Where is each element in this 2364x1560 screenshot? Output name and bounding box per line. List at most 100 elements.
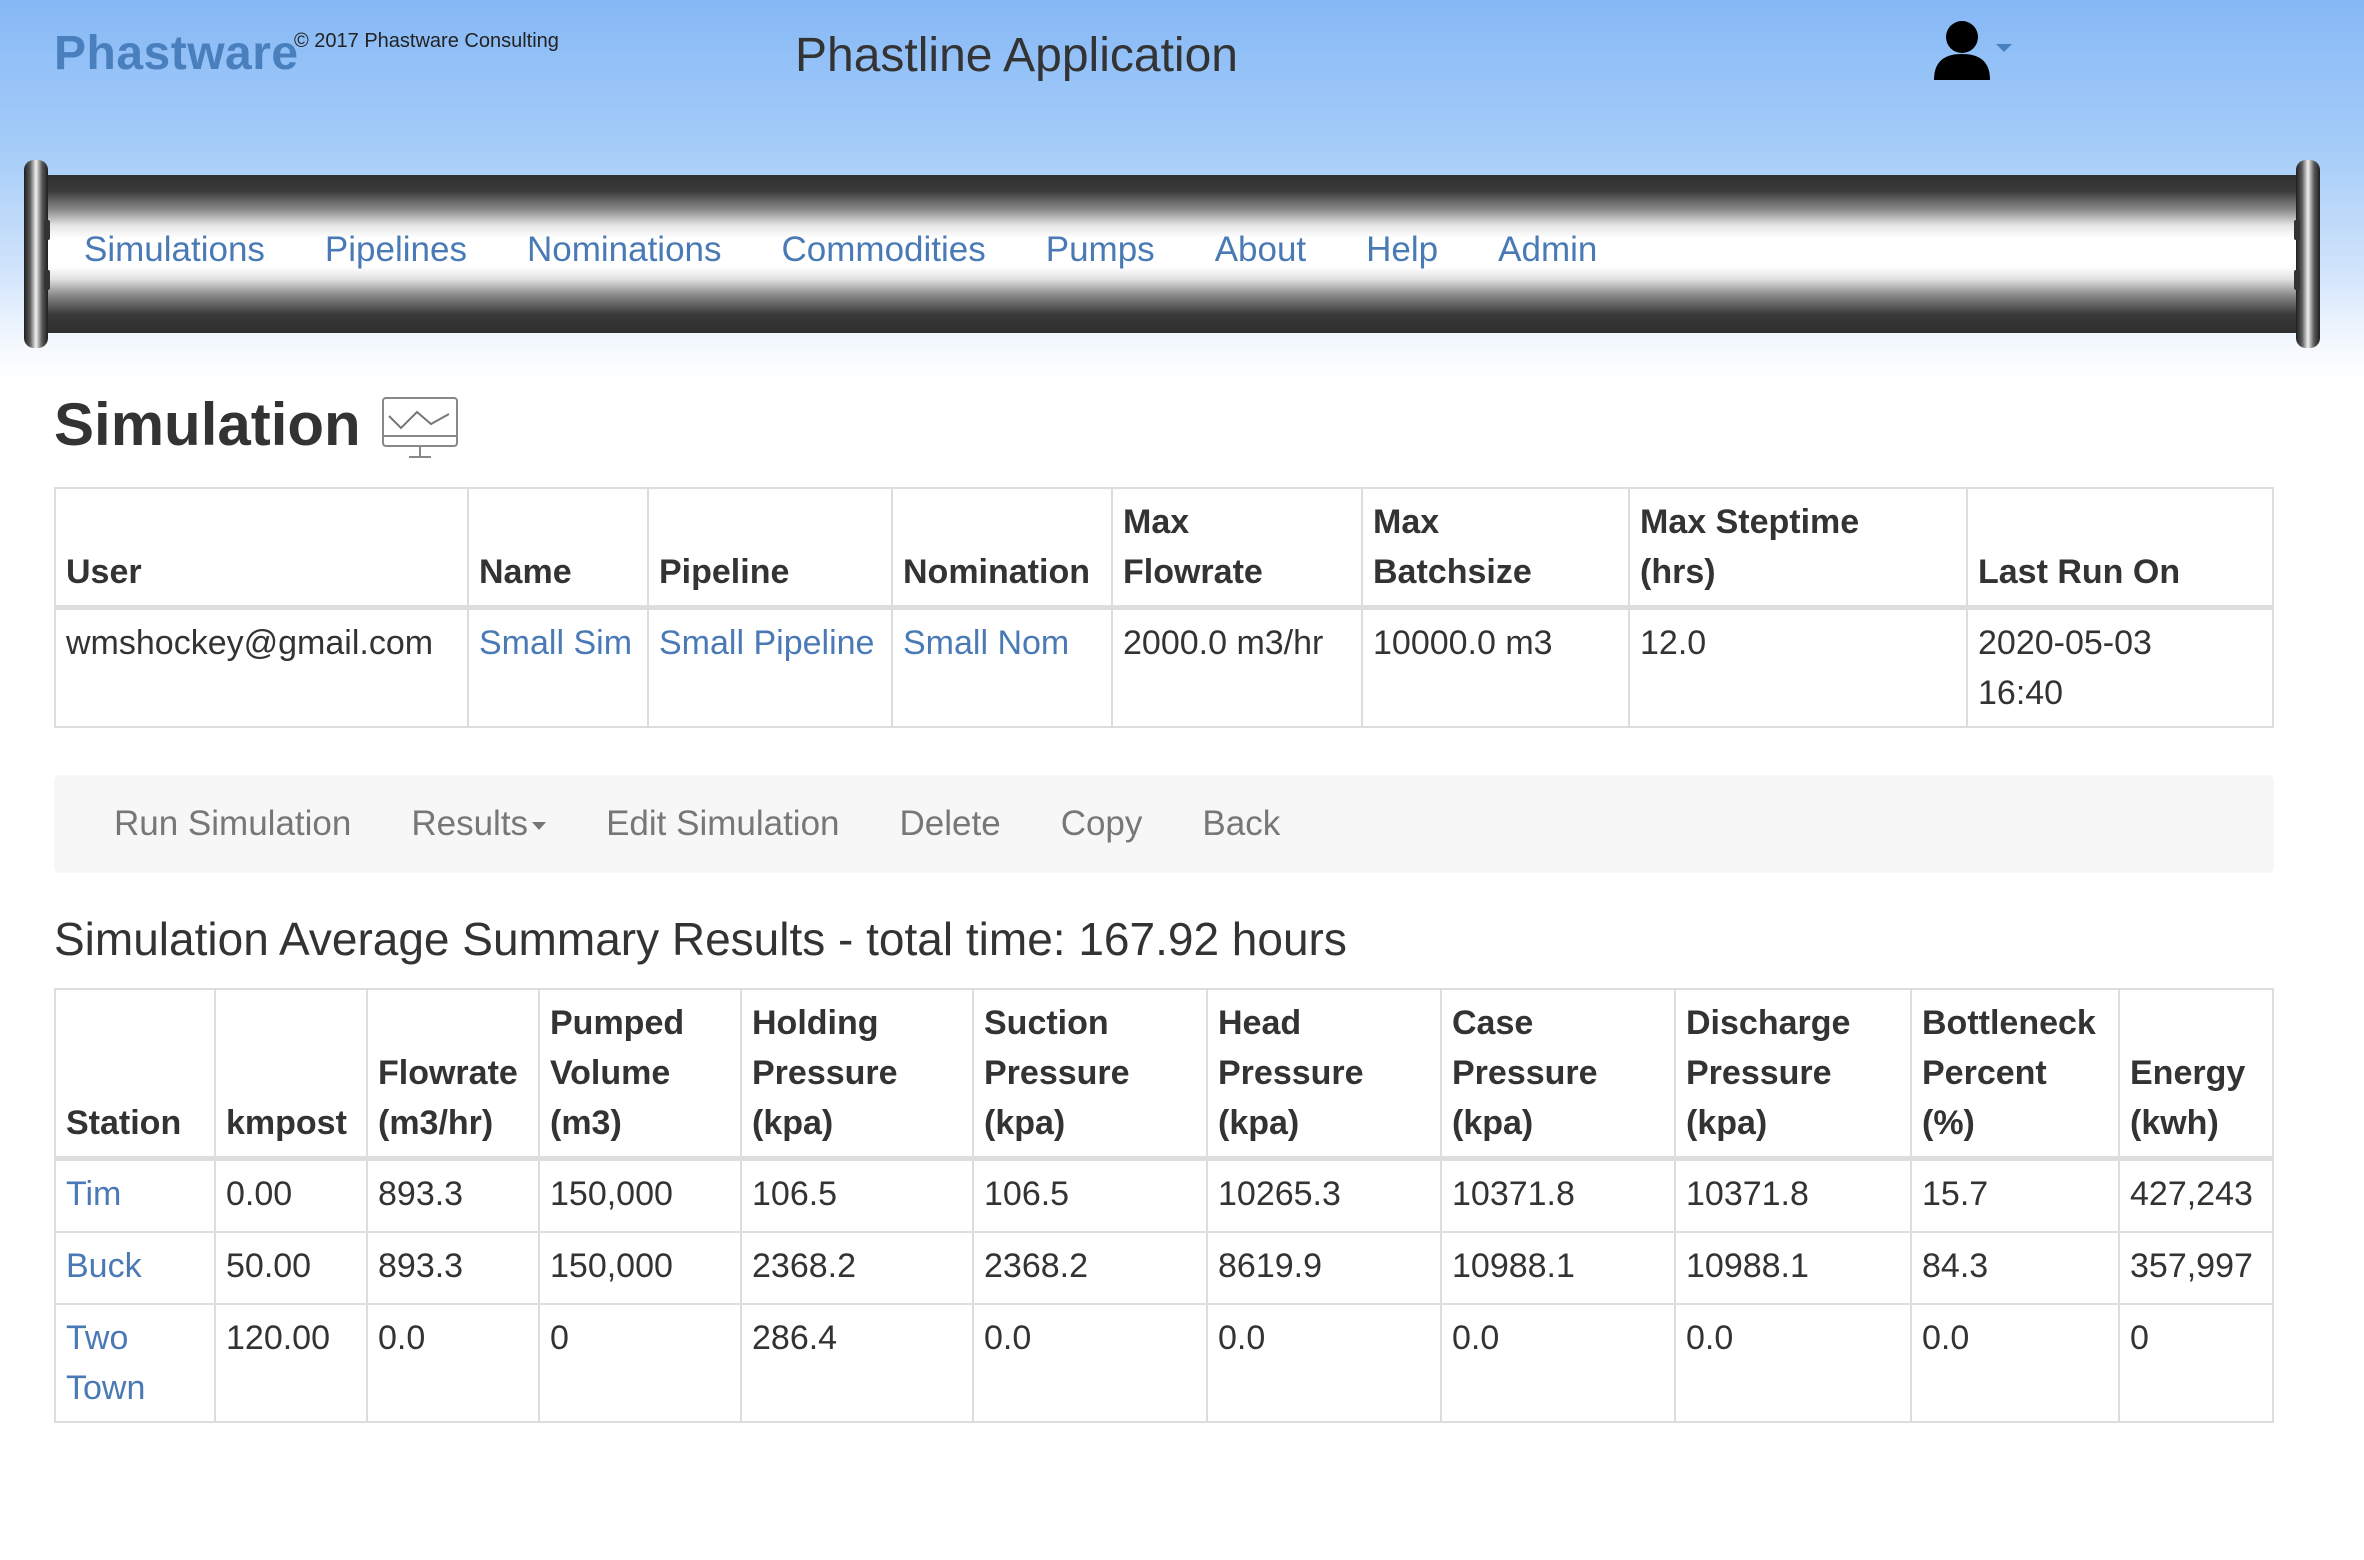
nav-help[interactable]: Help [1366, 230, 1438, 270]
nav-pipelines[interactable]: Pipelines [325, 230, 467, 270]
cell-station: Tim [54, 1157, 216, 1233]
page-title-text: Simulation [54, 390, 361, 458]
simulation-info-table: User Name Pipeline Nomination Max Flowrat… [54, 487, 2274, 728]
run-simulation-button[interactable]: Run Simulation [114, 804, 351, 844]
table-row: Two Town 120.00 0.0 0 286.4 0.0 0.0 0.0 0.0 0.0 0 [54, 1303, 2274, 1423]
col-max-batchsize: Max Batchsize [1361, 487, 1630, 610]
copyright-notice: © 2017 Phastware Consulting [294, 30, 559, 52]
nav-commodities[interactable]: Commodities [782, 230, 986, 270]
cell-bottleneck-percent: 84.3 [1910, 1231, 2120, 1305]
pipeline-link[interactable]: Small Pipeline [659, 624, 874, 662]
col-nomination: Nomination [891, 487, 1113, 610]
col-bottleneck-percent: Bottleneck Percent (%) [1910, 988, 2120, 1161]
cell-energy: 357,997 [2118, 1231, 2274, 1305]
cell-pipeline: Small Pipeline [647, 606, 893, 728]
col-max-flowrate: Max Flowrate [1111, 487, 1363, 610]
nav-nominations[interactable]: Nominations [527, 230, 722, 270]
pipe-flange-right [2294, 160, 2320, 348]
nav-pumps[interactable]: Pumps [1046, 230, 1155, 270]
table-row: Tim 0.00 893.3 150,000 106.5 106.5 10265.3 1037… [54, 1157, 2274, 1233]
cell-station: Buck [54, 1231, 216, 1305]
cell-last-run-on: 2020-05-03 16:40 [1966, 606, 2274, 728]
action-bar: Run Simulation Results Edit Simulation D… [54, 775, 2274, 873]
col-flowrate: Flowrate (m3/hr) [366, 988, 540, 1161]
station-link[interactable]: Tim [66, 1175, 121, 1213]
cell-head-pressure: 8619.9 [1206, 1231, 1442, 1305]
cell-flowrate: 893.3 [366, 1157, 540, 1233]
cell-max-steptime: 12.0 [1628, 606, 1968, 728]
cell-user: wmshockey@gmail.com [54, 606, 469, 728]
cell-kmpost: 50.00 [214, 1231, 368, 1305]
nav-simulations[interactable]: Simulations [84, 230, 265, 270]
col-user: User [54, 487, 469, 610]
edit-simulation-button[interactable]: Edit Simulation [606, 804, 839, 844]
station-link[interactable]: Buck [66, 1247, 142, 1285]
cell-discharge-pressure: 10371.8 [1674, 1157, 1912, 1233]
results-heading: Simulation Average Summary Results - tot… [54, 913, 1347, 965]
nav-about[interactable]: About [1215, 230, 1306, 270]
cell-max-batchsize: 10000.0 m3 [1361, 606, 1630, 728]
col-head-pressure: Head Pressure (kpa) [1206, 988, 1442, 1161]
cell-flowrate: 893.3 [366, 1231, 540, 1305]
chevron-down-icon [1996, 44, 2012, 52]
monitor-chart-icon [381, 397, 458, 458]
cell-holding-pressure: 106.5 [740, 1157, 974, 1233]
station-link[interactable]: Two Town [66, 1313, 146, 1413]
user-icon [1934, 21, 1990, 80]
results-header-row: Station kmpost Flowrate (m3/hr) Pumped Volume… [54, 988, 2274, 1161]
col-discharge-pressure: Discharge Pressure (kpa) [1674, 988, 1912, 1161]
cell-case-pressure: 10988.1 [1440, 1231, 1676, 1305]
cell-pumped-volume: 150,000 [538, 1157, 742, 1233]
table-row: wmshockey@gmail.com Small Sim Small Pipe… [54, 606, 2274, 728]
col-pipeline: Pipeline [647, 487, 893, 610]
cell-discharge-pressure: 0.0 [1674, 1303, 1912, 1423]
cell-bottleneck-percent: 15.7 [1910, 1157, 2120, 1233]
cell-case-pressure: 0.0 [1440, 1303, 1676, 1423]
simulation-name-link[interactable]: Small Sim [479, 624, 632, 662]
cell-head-pressure: 0.0 [1206, 1303, 1442, 1423]
results-table: Station kmpost Flowrate (m3/hr) Pumped Volume… [54, 988, 2274, 1423]
cell-energy: 427,243 [2118, 1157, 2274, 1233]
col-last-run-on: Last Run On [1966, 487, 2274, 610]
col-kmpost: kmpost [214, 988, 368, 1161]
col-station: Station [54, 988, 216, 1161]
cell-energy: 0 [2118, 1303, 2274, 1423]
col-energy: Energy (kwh) [2118, 988, 2274, 1161]
col-case-pressure: Case Pressure (kpa) [1440, 988, 1676, 1161]
delete-button[interactable]: Delete [900, 804, 1001, 844]
copy-button[interactable]: Copy [1061, 804, 1143, 844]
cell-kmpost: 120.00 [214, 1303, 368, 1423]
cell-suction-pressure: 106.5 [972, 1157, 1208, 1233]
col-max-steptime: Max Steptime (hrs) [1628, 487, 1968, 610]
cell-nomination: Small Nom [891, 606, 1113, 728]
cell-discharge-pressure: 10988.1 [1674, 1231, 1912, 1305]
cell-pumped-volume: 0 [538, 1303, 742, 1423]
cell-holding-pressure: 2368.2 [740, 1231, 974, 1305]
cell-flowrate: 0.0 [366, 1303, 540, 1423]
brand-logo[interactable]: Phastware [54, 26, 299, 81]
col-name: Name [467, 487, 649, 610]
back-button[interactable]: Back [1202, 804, 1280, 844]
cell-bottleneck-percent: 0.0 [1910, 1303, 2120, 1423]
cell-station: Two Town [54, 1303, 216, 1423]
cell-pumped-volume: 150,000 [538, 1231, 742, 1305]
caret-down-icon [532, 822, 547, 830]
table-header-row: User Name Pipeline Nomination Max Flowrat… [54, 487, 2274, 610]
cell-suction-pressure: 0.0 [972, 1303, 1208, 1423]
pipe-flange-left [24, 160, 50, 348]
main-nav: Simulations Pipelines Nominations Commod… [84, 228, 1657, 272]
results-dropdown-button[interactable]: Results [411, 804, 547, 844]
cell-case-pressure: 10371.8 [1440, 1157, 1676, 1233]
app-title: Phastline Application [795, 29, 1238, 82]
col-suction-pressure: Suction Pressure (kpa) [972, 988, 1208, 1161]
page-title: Simulation [54, 388, 459, 460]
cell-kmpost: 0.00 [214, 1157, 368, 1233]
cell-max-flowrate: 2000.0 m3/hr [1111, 606, 1363, 728]
cell-holding-pressure: 286.4 [740, 1303, 974, 1423]
col-holding-pressure: Holding Pressure (kpa) [740, 988, 974, 1161]
nav-admin[interactable]: Admin [1498, 230, 1597, 270]
cell-suction-pressure: 2368.2 [972, 1231, 1208, 1305]
nomination-link[interactable]: Small Nom [903, 624, 1069, 662]
cell-name: Small Sim [467, 606, 649, 728]
user-menu-dropdown[interactable] [1930, 18, 2012, 84]
